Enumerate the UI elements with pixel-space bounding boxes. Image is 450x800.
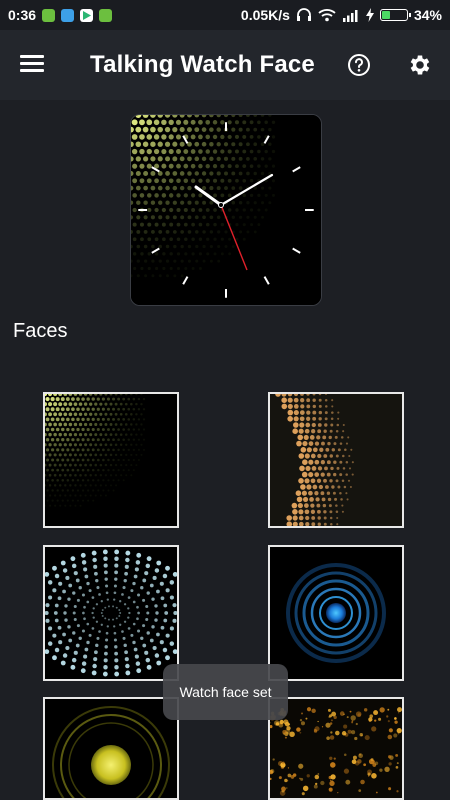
gear-icon[interactable]	[407, 52, 433, 78]
face-thumb-orange-wave[interactable]	[268, 392, 404, 528]
app-title: Talking Watch Face	[90, 51, 315, 78]
help-circle-icon[interactable]	[347, 53, 371, 77]
hand-pivot	[218, 202, 224, 208]
status-left: 0:36	[8, 0, 113, 30]
wifi-icon	[318, 8, 336, 22]
face-thumb-yellow-orb[interactable]	[43, 697, 179, 800]
gallery-app-icon	[61, 8, 75, 22]
face-thumb-green-dots[interactable]	[43, 392, 179, 528]
toast-message: Watch face set	[163, 664, 288, 720]
battery-percent: 34%	[413, 7, 442, 23]
charging-icon	[365, 8, 374, 22]
faces-section-title: Faces	[13, 320, 68, 342]
face-thumb-blue-tunnel[interactable]	[43, 545, 179, 681]
face-thumb-gold-particles[interactable]	[268, 697, 404, 800]
watch-face-preview[interactable]	[130, 114, 322, 306]
network-speed: 0.05K/s	[240, 7, 290, 23]
android-app-icon	[99, 8, 113, 22]
headphones-icon	[296, 8, 312, 22]
battery-level-fill	[381, 11, 390, 19]
status-bar: 0:36 0.05K/s 34%	[0, 0, 450, 30]
status-time: 0:36	[8, 7, 37, 23]
status-right: 0.05K/s 34%	[241, 0, 442, 30]
app-bar: Talking Watch Face	[0, 30, 450, 100]
play-store-icon	[80, 8, 94, 22]
hamburger-menu-icon[interactable]	[20, 52, 50, 78]
signal-icon	[342, 8, 360, 22]
battery-icon	[379, 9, 411, 21]
notification-app-icon	[42, 8, 56, 22]
face-thumb-blue-rings[interactable]	[268, 545, 404, 681]
